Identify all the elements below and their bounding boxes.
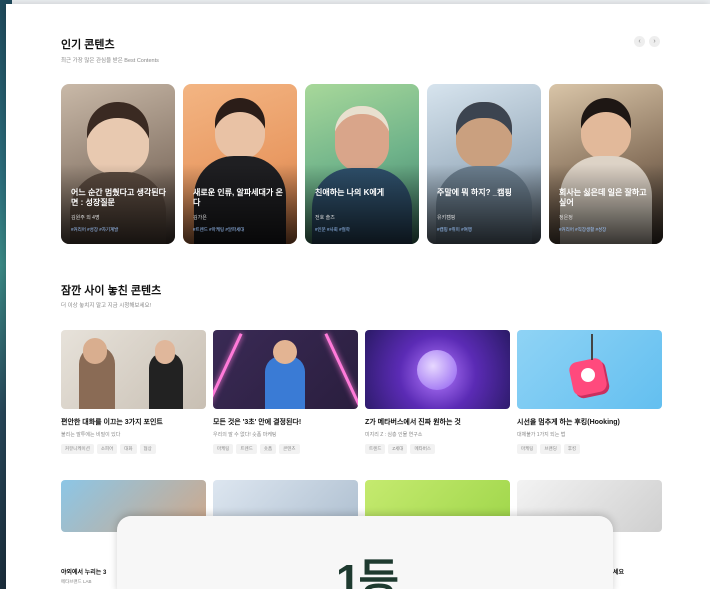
- portrait: [581, 98, 631, 160]
- tag[interactable]: 메타버스: [410, 444, 436, 454]
- missed-section-title: 잠깐 사이 놓친 콘텐츠: [61, 285, 162, 297]
- missed-card-tags: 마케팅 브랜딩 후킹: [517, 444, 662, 454]
- missed-card-title: 모든 것은 '3초' 안에 결정된다!: [213, 419, 302, 426]
- tag[interactable]: 대화: [120, 444, 137, 454]
- portrait: [456, 102, 512, 168]
- missed-card-tags: 커뮤니케이션 소피어 대화 협상: [61, 444, 206, 454]
- popular-card-tags: #커리어 #직장생활 #성장: [559, 227, 607, 232]
- missed-section-subtitle: 더 이상 놓치지 말고 지금 시청해보세요!: [61, 303, 152, 309]
- content-subtitle: 메타브랜드 LAB: [61, 579, 92, 584]
- tag[interactable]: 마케팅: [213, 444, 234, 454]
- popular-card-author: 전호 솔즈: [315, 215, 335, 221]
- missed-card-subtitle: 우리의 말 수 없다! 숏폼 마케팅: [213, 432, 277, 438]
- popular-card-title: 어느 순간 멈췄다고 생각된다면 : 성장질문: [71, 188, 166, 208]
- popular-section-title: 인기 콘텐츠: [61, 39, 115, 51]
- missed-card[interactable]: 모든 것은 '3초' 안에 결정된다! 우리의 말 수 없다! 숏폼 마케팅 마…: [213, 330, 358, 454]
- popup-panel[interactable]: 1등: [117, 516, 613, 589]
- rank-label: 1등: [336, 556, 399, 589]
- popular-card-tags: #트렌드 #마케팅 #알파세대: [193, 227, 245, 232]
- tag[interactable]: 콘텐츠: [279, 444, 300, 454]
- tag[interactable]: 협상: [139, 444, 156, 454]
- missed-card[interactable]: 편안한 대화를 이끄는 3가지 포인트 불리는 말투에는 비밀이 있다 커뮤니케…: [61, 330, 206, 454]
- popular-card[interactable]: 회사는 싫은데 일은 잘하고 싶어 정은정 #커리어 #직장생활 #성장: [549, 84, 663, 244]
- thumbnail: [61, 330, 206, 409]
- missed-card-subtitle: 불리는 말투에는 비밀이 있다: [61, 432, 121, 438]
- missed-card-title: Z가 메타버스에서 진짜 원하는 것: [365, 419, 461, 426]
- missed-card-title: 시선을 멈추게 하는 후킹(Hooking): [517, 419, 620, 426]
- missed-card-subtitle: 대체불가 1가지 되는 법: [517, 432, 566, 438]
- tag[interactable]: 브랜딩: [540, 444, 561, 454]
- content-title: 세요: [613, 570, 625, 576]
- tag[interactable]: 트렌드: [236, 444, 257, 454]
- popular-card[interactable]: 어느 순간 멈췄다고 생각된다면 : 성장질문 김원주 외 4명 #커리어 #성…: [61, 84, 175, 244]
- chevron-left-icon[interactable]: ‹: [634, 36, 645, 47]
- popular-card[interactable]: 주말에 뭐 하지? _캠핑 유키캠핑 #캠핑 #취미 #여행: [427, 84, 541, 244]
- popular-card-title: 친애하는 나의 K에게: [315, 188, 385, 197]
- tag[interactable]: 마케팅: [517, 444, 538, 454]
- tag[interactable]: 커뮤니케이션: [61, 444, 94, 454]
- missed-card-title: 편안한 대화를 이끄는 3가지 포인트: [61, 419, 163, 426]
- carousel-arrows: ‹ ›: [634, 36, 660, 47]
- popular-card[interactable]: 친애하는 나의 K에게 전호 솔즈 #인문 #사회 #철학: [305, 84, 419, 244]
- tag[interactable]: 숏폼: [259, 444, 277, 454]
- tag[interactable]: 소피어: [96, 444, 118, 454]
- popular-card-author: 김가은: [193, 215, 207, 221]
- popular-card-title: 회사는 싫은데 일은 잘하고 싶어: [559, 188, 647, 208]
- popular-card-author: 유키캠핑: [437, 215, 456, 221]
- missed-card-tags: 트렌드 Z세대 메타버스: [365, 444, 510, 454]
- thumbnail: [517, 330, 662, 409]
- portrait: [335, 106, 389, 172]
- tag[interactable]: Z세대: [388, 444, 408, 454]
- popular-card[interactable]: 새로운 인류, 알파세대가 온다 김가은 #트렌드 #마케팅 #알파세대: [183, 84, 297, 244]
- missed-card-tags: 마케팅 트렌드 숏폼 콘텐츠: [213, 444, 358, 454]
- portrait: [215, 98, 265, 160]
- tag[interactable]: 트렌드: [365, 444, 386, 454]
- popular-section-subtitle: 최근 가장 많은 관심을 받은 Best Contents: [61, 58, 159, 64]
- popular-card-tags: #인문 #사회 #철학: [315, 227, 350, 232]
- thumbnail: [365, 330, 510, 409]
- popular-card-author: 정은정: [559, 215, 573, 221]
- popular-card-tags: #캠핑 #취미 #여행: [437, 227, 472, 232]
- popular-card-title: 새로운 인류, 알파세대가 온다: [193, 188, 283, 208]
- missed-card[interactable]: 시선을 멈추게 하는 후킹(Hooking) 대체불가 1가지 되는 법 마케팅…: [517, 330, 662, 454]
- missed-card-subtitle: 미지리 Z : 심층 인물 연구소: [365, 432, 423, 438]
- popular-card-author: 김원주 외 4명: [71, 215, 100, 221]
- chevron-right-icon[interactable]: ›: [649, 36, 660, 47]
- tag[interactable]: 후킹: [563, 444, 581, 454]
- content-page: 인기 콘텐츠 최근 가장 많은 관심을 받은 Best Contents ‹ ›…: [6, 4, 710, 589]
- popular-card-title: 주말에 뭐 하지? _캠핑: [437, 188, 512, 197]
- popular-card-tags: #커리어 #성장 #자기계발: [71, 227, 119, 232]
- content-title: 야외에서 누리는 3: [61, 570, 107, 576]
- missed-card[interactable]: Z가 메타버스에서 진짜 원하는 것 미지리 Z : 심층 인물 연구소 트렌드…: [365, 330, 510, 454]
- thumbnail: [213, 330, 358, 409]
